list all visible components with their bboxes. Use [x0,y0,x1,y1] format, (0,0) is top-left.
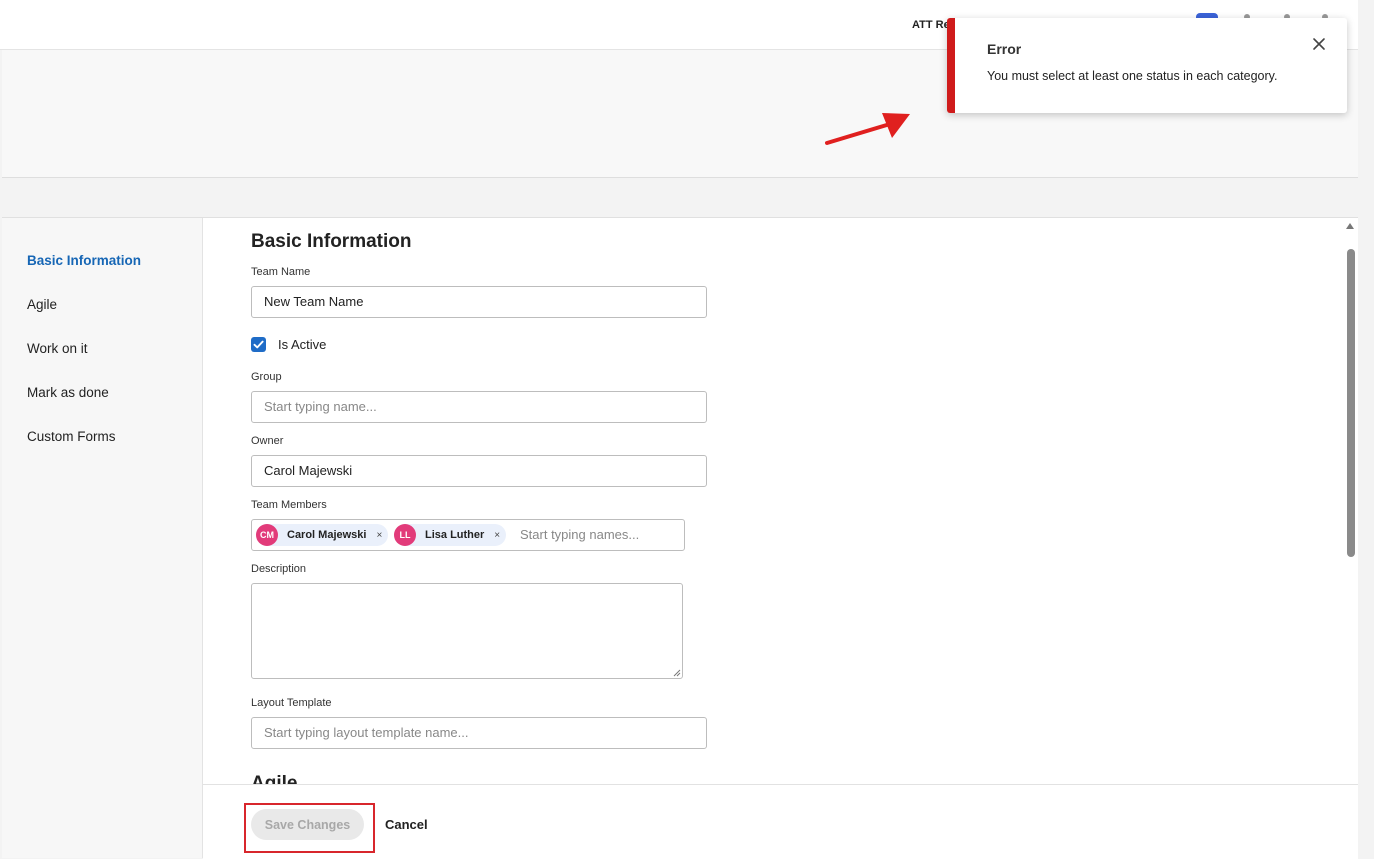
description-textarea[interactable] [251,583,683,679]
checkmark-icon [253,340,264,349]
owner-input[interactable]: Carol Majewski [251,455,707,487]
remove-member-icon[interactable]: × [376,530,382,541]
error-toast: Error You must select at least one statu… [947,18,1347,113]
annotation-arrow-icon [825,113,910,145]
member-chip-name: Lisa Luther [425,529,485,541]
group-label: Group [251,371,282,383]
team-members-input[interactable]: CM Carol Majewski × LL Lisa Luther × Sta… [251,519,685,551]
resize-handle-icon[interactable] [673,669,681,677]
member-chip: LL Lisa Luther × [394,524,507,546]
toast-message: You must select at least one status in e… [987,69,1278,83]
scroll-up-icon[interactable] [1346,223,1354,229]
owner-label: Owner [251,435,284,447]
sidebar-item-work-on-it[interactable]: Work on it [27,341,88,356]
remove-member-icon[interactable]: × [494,530,500,541]
sidebar-item-agile[interactable]: Agile [27,297,57,312]
avatar: CM [256,524,278,546]
sidebar-item-mark-as-done[interactable]: Mark as done [27,385,109,400]
group-input[interactable]: Start typing name... [251,391,707,423]
description-label: Description [251,563,307,575]
layout-template-label: Layout Template [251,697,332,709]
agile-section-title: Agile [251,773,298,784]
error-indicator-bar [947,18,955,113]
form-footer: Save Changes Cancel [203,784,1358,859]
team-name-label: Team Name [251,266,311,278]
avatar: LL [394,524,416,546]
section-title: Basic Information [251,231,412,252]
header-divider [2,178,1358,218]
member-chip-name: Carol Majewski [287,529,367,541]
form-panel: Basic Information Team Name New Team Nam… [203,218,1343,784]
layout-template-input[interactable]: Start typing layout template name... [251,717,707,749]
sidebar-item-basic-information[interactable]: Basic Information [27,253,141,268]
toast-title: Error [987,41,1022,57]
is-active-checkbox[interactable] [251,337,266,352]
window-edge [1358,0,1374,858]
save-changes-button[interactable]: Save Changes [251,809,364,840]
close-icon[interactable] [1311,36,1327,52]
team-members-label: Team Members [251,499,327,511]
scrollbar[interactable] [1343,218,1358,784]
member-chip: CM Carol Majewski × [256,524,389,546]
scrollbar-thumb[interactable] [1347,249,1355,557]
settings-sidebar: Basic Information Agile Work on it Mark … [2,218,203,858]
sidebar-item-custom-forms[interactable]: Custom Forms [27,429,116,444]
is-active-label: Is Active [278,337,327,352]
topbar-title: ATT Re [912,19,948,31]
cancel-button[interactable]: Cancel [385,809,428,840]
team-name-input[interactable]: New Team Name [251,286,707,318]
team-members-placeholder[interactable]: Start typing names... [520,520,639,550]
